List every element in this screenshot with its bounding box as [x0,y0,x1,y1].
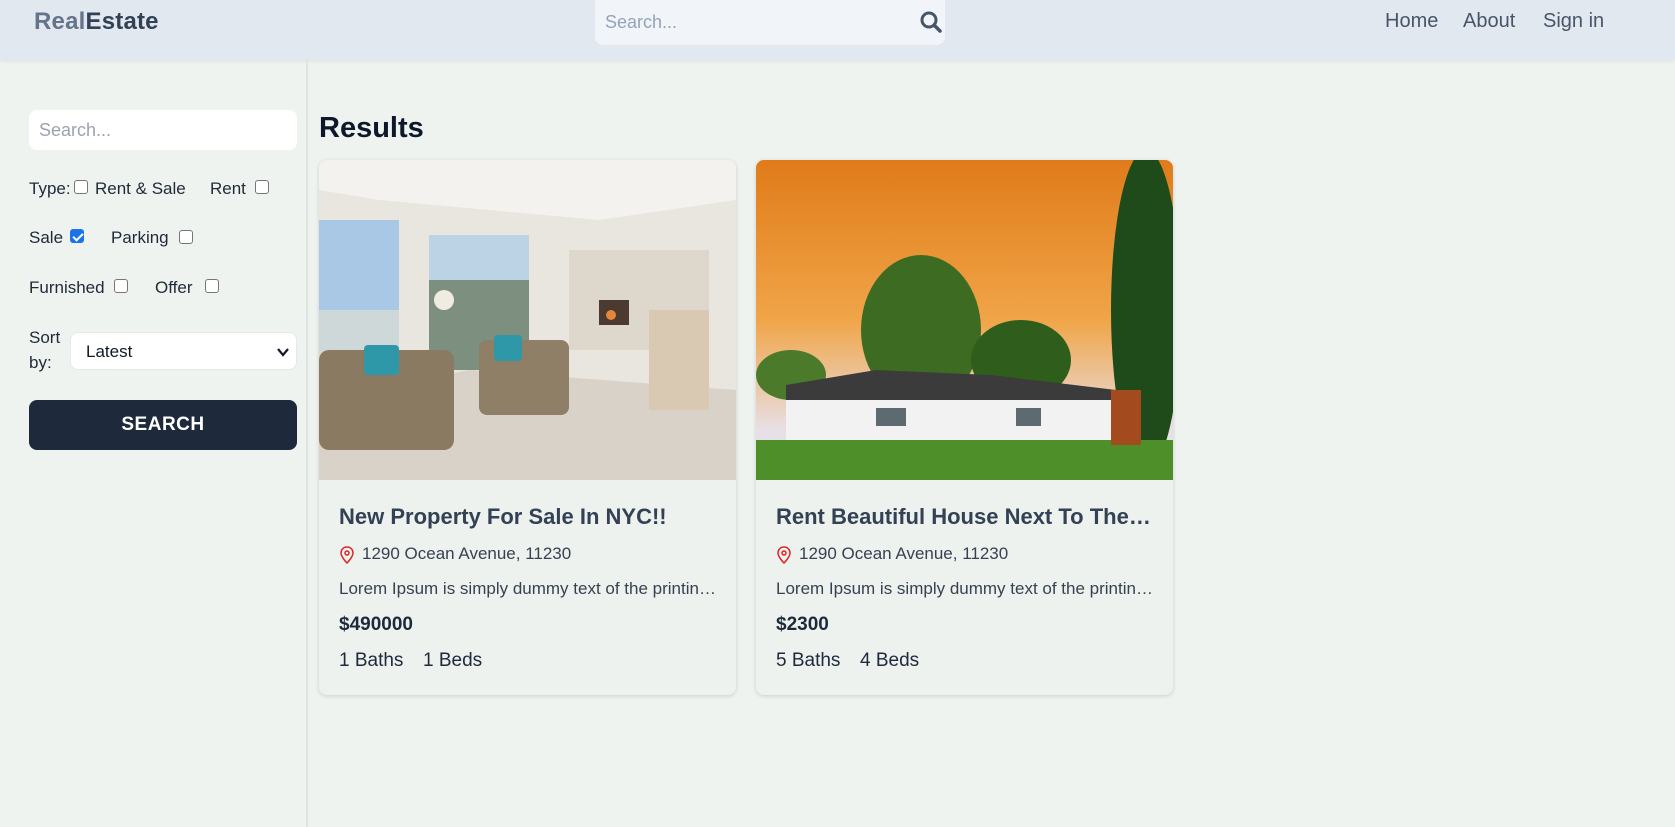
listing-address: 1290 Ocean Avenue, 11230 [799,544,1009,563]
furnished-checkbox[interactable] [114,279,128,293]
nav-about[interactable]: About [1463,10,1515,33]
offer-checkbox[interactable] [205,279,219,293]
listing-description: Lorem Ipsum is simply dummy text of the … [339,579,719,598]
furnished-label: Furnished [29,278,105,297]
header-search-form [595,0,945,45]
listing-image-living-room[interactable] [319,160,736,480]
type-label: Type: [29,179,71,198]
sort-select[interactable]: Latest [70,332,297,370]
listing-description: Lorem Ipsum is simply dummy text of the … [776,579,1156,598]
logo-part-real: Real [34,8,86,35]
filter-sidebar: Type: Rent & Sale Rent Sale Parking Furn… [0,60,308,827]
listing-card[interactable]: New Property For Sale In NYC!! 1290 Ocea… [319,160,736,695]
sale-label: Sale [29,228,64,247]
sidebar-search-input[interactable] [29,110,297,150]
sort-label-line1: Sort [29,328,61,347]
listing-baths: 5 Baths [776,650,841,671]
nav-sign-in[interactable]: Sign in [1543,10,1604,33]
search-button[interactable]: SEARCH [29,400,297,450]
listing-price: $2300 [776,614,829,635]
listing-image-house[interactable] [756,160,1173,480]
sale-checkbox[interactable] [70,229,84,243]
listing-price: $490000 [339,614,413,635]
sort-label-line2: by: [29,353,52,372]
search-icon[interactable] [919,10,943,34]
listing-title[interactable]: Rent Beautiful House Next To The Ocean [776,504,1156,530]
rent-and-sale-label: Rent & Sale [95,179,186,198]
rent-and-sale-checkbox[interactable] [74,180,88,194]
listing-baths: 1 Baths [339,650,404,671]
rent-label: Rent [210,179,246,198]
listing-address: 1290 Ocean Avenue, 11230 [362,544,572,563]
chevron-down-icon [276,345,290,359]
location-pin-icon [776,546,792,565]
listing-title[interactable]: New Property For Sale In NYC!! [339,504,719,530]
header: RealEstate Home About Sign in [0,0,1675,60]
listing-card[interactable]: Rent Beautiful House Next To The Ocean 1… [756,160,1173,695]
parking-checkbox[interactable] [179,230,193,244]
logo[interactable]: RealEstate [34,8,159,36]
nav-home[interactable]: Home [1385,10,1438,33]
rent-checkbox[interactable] [255,180,269,194]
listing-beds: 1 Beds [423,650,483,671]
logo-part-estate: Estate [85,8,159,35]
location-pin-icon [339,546,355,565]
offer-label: Offer [155,278,193,297]
parking-label: Parking [111,228,169,247]
listing-beds: 4 Beds [860,650,920,671]
header-search-input[interactable] [595,0,895,45]
sort-select-value: Latest [86,342,133,361]
results-title: Results [319,112,424,144]
